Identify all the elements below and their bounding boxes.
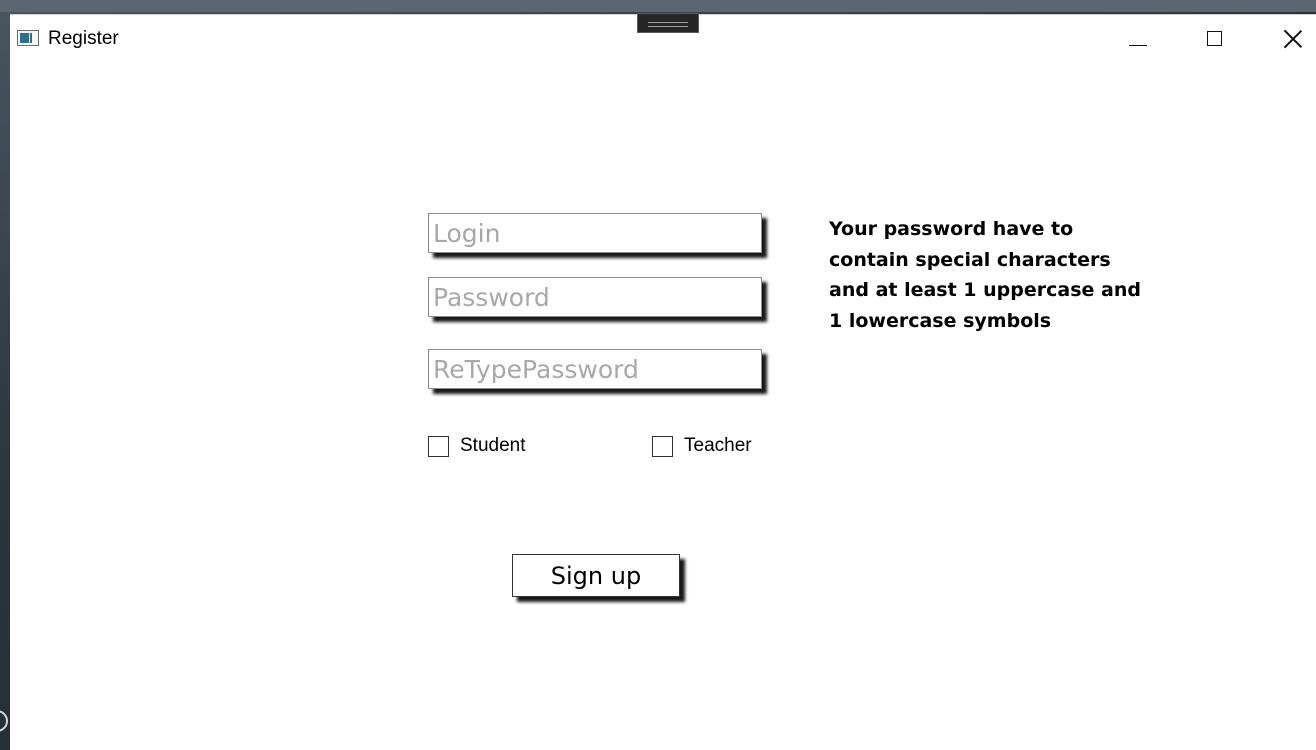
- desktop-top-strip: [0, 0, 1316, 12]
- login-input[interactable]: [428, 213, 762, 253]
- password-requirements-hint: Your password have to contain special ch…: [829, 218, 1141, 332]
- student-checkbox[interactable]: [428, 435, 449, 457]
- app-window-icon: [17, 30, 39, 46]
- sign-up-button[interactable]: Sign up: [512, 554, 680, 597]
- minimize-icon: [1129, 45, 1147, 46]
- teacher-label: Teacher: [684, 435, 752, 456]
- student-label: Student: [460, 435, 526, 456]
- retype-password-input[interactable]: [428, 349, 762, 389]
- title-bar[interactable]: Register: [10, 13, 1316, 65]
- window-title: Register: [48, 28, 119, 49]
- desktop-edge-circle-icon: [0, 710, 8, 732]
- maximize-icon: [1207, 31, 1222, 46]
- close-icon: [1283, 29, 1303, 49]
- maximize-button[interactable]: [1192, 23, 1238, 55]
- teacher-checkbox-row[interactable]: Teacher: [652, 433, 752, 459]
- close-button[interactable]: [1270, 23, 1316, 55]
- student-checkbox-row[interactable]: Student: [428, 433, 526, 459]
- teacher-checkbox[interactable]: [652, 435, 673, 457]
- minimize-button[interactable]: [1115, 23, 1161, 55]
- drag-handle-icon[interactable]: [637, 13, 699, 33]
- password-input[interactable]: [428, 277, 762, 317]
- register-window: Register Student Teacher Sign up Your pa…: [10, 13, 1316, 750]
